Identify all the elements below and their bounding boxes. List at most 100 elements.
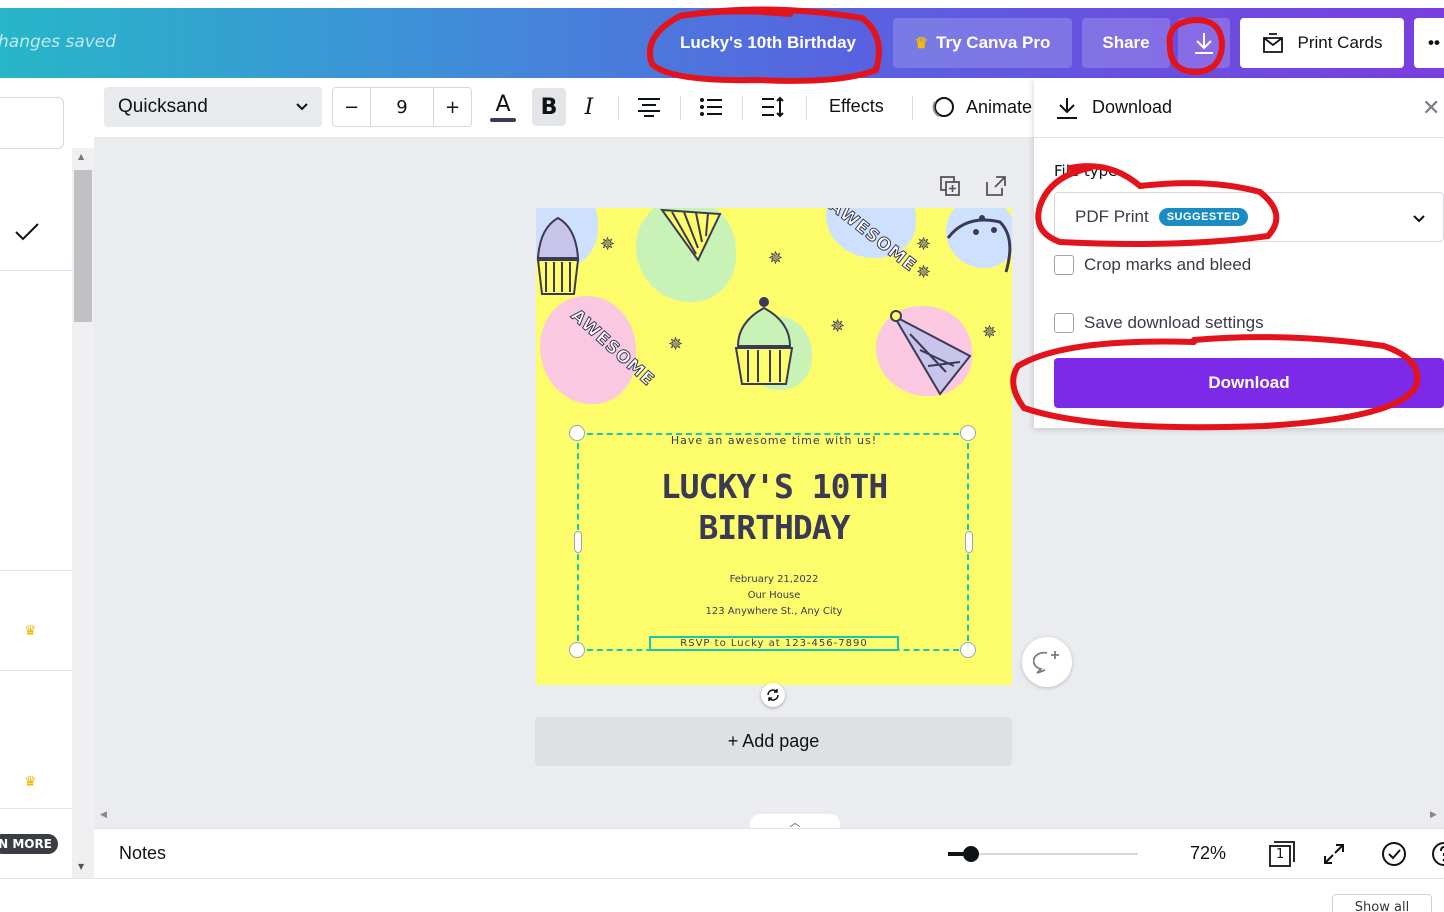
animate-label: Animate	[966, 96, 1033, 117]
page-count-button[interactable]: 1	[1268, 840, 1296, 868]
resize-handle-bottom-right[interactable]	[960, 642, 976, 658]
bold-button[interactable]: B	[532, 88, 566, 126]
checkmark-icon	[15, 223, 39, 241]
panel-search-box[interactable]	[0, 97, 64, 149]
font-size-input[interactable]: 9	[371, 88, 433, 126]
effects-button[interactable]: Effects	[829, 96, 884, 117]
cupcake-icon	[536, 216, 580, 295]
animate-button[interactable]: Animate	[930, 94, 1032, 120]
editor-header: hanges saved Lucky's 10th Birthday ♛ Try…	[0, 8, 1444, 78]
crop-marks-option[interactable]: Crop marks and bleed	[1054, 255, 1251, 275]
align-center-button[interactable]	[634, 92, 664, 122]
download-panel-header: Download ✕	[1034, 78, 1444, 138]
line-spacing-icon	[762, 96, 784, 118]
more-pill-button[interactable]: N MORE	[0, 834, 58, 854]
font-size-stepper: − 9 +	[332, 87, 472, 127]
scroll-up-arrow[interactable]: ▲	[78, 152, 84, 161]
download-icon	[1057, 98, 1077, 119]
save-settings-checkbox[interactable]	[1054, 313, 1074, 333]
resize-handle-bottom-left[interactable]	[569, 642, 585, 658]
crown-icon: ♛	[914, 35, 929, 52]
panel-divider	[0, 270, 72, 271]
download-icon-button[interactable]	[1178, 18, 1230, 68]
list-button[interactable]	[696, 92, 726, 122]
sparkle-icon: ✵	[830, 316, 846, 337]
file-type-label: File type	[1054, 162, 1118, 180]
envelope-icon	[1263, 33, 1284, 53]
sparkle-icon: ✵	[600, 234, 616, 255]
download-button[interactable]: Download	[1054, 358, 1444, 408]
help-button[interactable]	[1430, 840, 1444, 868]
notes-button[interactable]: Notes	[119, 843, 166, 864]
zoom-percentage[interactable]: 72%	[1190, 843, 1226, 864]
toolbar-divider	[680, 96, 681, 120]
panel-scrollbar-thumb[interactable]	[74, 170, 92, 322]
try-pro-button[interactable]: ♛ Try Canva Pro	[893, 18, 1072, 68]
scroll-right-arrow[interactable]: ▶	[1430, 810, 1437, 820]
crown-icon: ♛	[24, 774, 37, 790]
resize-handle-top-left[interactable]	[569, 425, 585, 441]
browser-downloads-strip	[0, 878, 1444, 912]
close-icon[interactable]: ✕	[1422, 96, 1440, 121]
font-size-increase-button[interactable]: +	[433, 88, 471, 126]
share-button[interactable]: Share	[1082, 18, 1170, 68]
zoom-slider-knob[interactable]	[962, 846, 979, 862]
more-options-button[interactable]: ••	[1414, 18, 1444, 68]
show-all-button[interactable]: Show all	[1332, 894, 1432, 912]
save-settings-label: Save download settings	[1084, 313, 1264, 332]
sparkle-icon: ✵	[916, 234, 932, 255]
text-color-button[interactable]: A	[488, 88, 518, 128]
add-page-icon[interactable]	[984, 174, 1008, 198]
font-family-dropdown[interactable]: Quicksand	[104, 87, 322, 127]
text-toolbar: Quicksand − 9 + A B I Effects Animate	[94, 78, 1034, 138]
resize-handle-right[interactable]	[965, 531, 973, 553]
text-color-glyph: A	[495, 92, 511, 117]
toolbar-divider	[742, 96, 743, 120]
check-button[interactable]	[1380, 840, 1408, 868]
chevron-down-icon	[1413, 215, 1425, 223]
comment-add-icon	[1033, 651, 1059, 674]
resize-handle-top-right[interactable]	[960, 425, 976, 441]
suggested-badge: SUGGESTED	[1158, 208, 1249, 226]
rotate-handle[interactable]	[761, 683, 785, 707]
help-icon	[1432, 842, 1444, 866]
print-cards-button[interactable]: Print Cards	[1240, 18, 1404, 68]
crop-marks-label: Crop marks and bleed	[1084, 255, 1252, 274]
check-circle-icon	[1382, 842, 1406, 866]
resize-handle-left[interactable]	[574, 531, 582, 553]
bottom-bar: Notes 72% 1	[94, 828, 1444, 878]
sparkle-icon: ✵	[916, 262, 932, 283]
party-blower-icon	[946, 215, 1012, 273]
scroll-left-arrow[interactable]: ◀	[100, 810, 107, 820]
add-page-button[interactable]: + Add page	[535, 717, 1012, 766]
crop-marks-checkbox[interactable]	[1054, 255, 1074, 275]
zoom-slider[interactable]	[948, 846, 1138, 862]
design-title-button[interactable]: Lucky's 10th Birthday	[662, 18, 874, 68]
comment-button[interactable]	[1022, 637, 1072, 687]
panel-divider	[0, 808, 72, 809]
party-hat-icon	[660, 208, 722, 262]
align-center-icon	[638, 98, 660, 117]
top-strip	[0, 0, 1444, 8]
bullet-list-icon	[700, 98, 722, 116]
file-type-value: PDF Print	[1075, 207, 1149, 226]
download-panel: Download ✕ File type PDF Print SUGGESTED…	[1034, 78, 1444, 428]
selection-box[interactable]	[577, 433, 969, 651]
left-side-panel: ♛ ♛ N MORE ▲ ▼	[0, 78, 94, 878]
sparkle-icon: ✵	[768, 248, 784, 269]
sparkle-icon: ✵	[668, 334, 684, 355]
download-panel-title: Download	[1092, 97, 1173, 117]
font-size-decrease-button[interactable]: −	[333, 88, 371, 126]
italic-button[interactable]: I	[574, 92, 604, 122]
panel-divider	[0, 670, 72, 671]
page-count-value: 1	[1276, 847, 1285, 862]
toolbar-divider	[806, 96, 807, 120]
fullscreen-button[interactable]	[1320, 840, 1348, 868]
print-cards-label: Print Cards	[1297, 33, 1383, 52]
file-type-dropdown[interactable]: PDF Print SUGGESTED	[1054, 192, 1444, 242]
save-settings-option[interactable]: Save download settings	[1054, 313, 1264, 333]
duplicate-page-icon[interactable]	[938, 174, 962, 198]
scroll-down-arrow[interactable]: ▼	[78, 862, 84, 871]
download-icon	[1195, 33, 1213, 54]
spacing-button[interactable]	[758, 92, 788, 122]
